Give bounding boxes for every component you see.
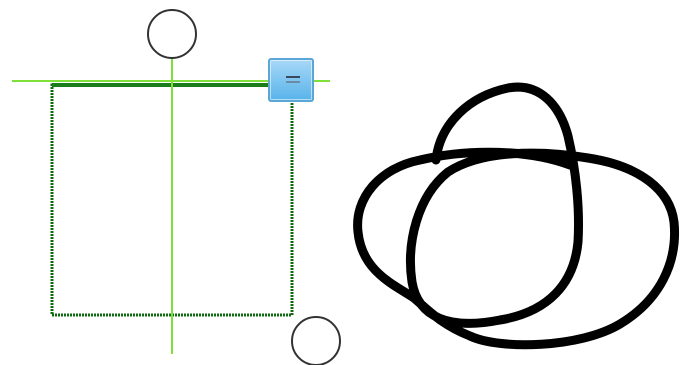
- move-handle-grip-bottom: [286, 81, 300, 83]
- resize-handle-icon[interactable]: [291, 316, 341, 365]
- move-handle-grip-top: [286, 76, 300, 78]
- canvas-svg: [12, 9, 680, 365]
- freehand-ink-stroke[interactable]: [353, 82, 680, 350]
- drawing-canvas[interactable]: [0, 0, 684, 365]
- rotate-handle-icon[interactable]: [147, 9, 197, 59]
- move-handle-icon[interactable]: [268, 58, 314, 102]
